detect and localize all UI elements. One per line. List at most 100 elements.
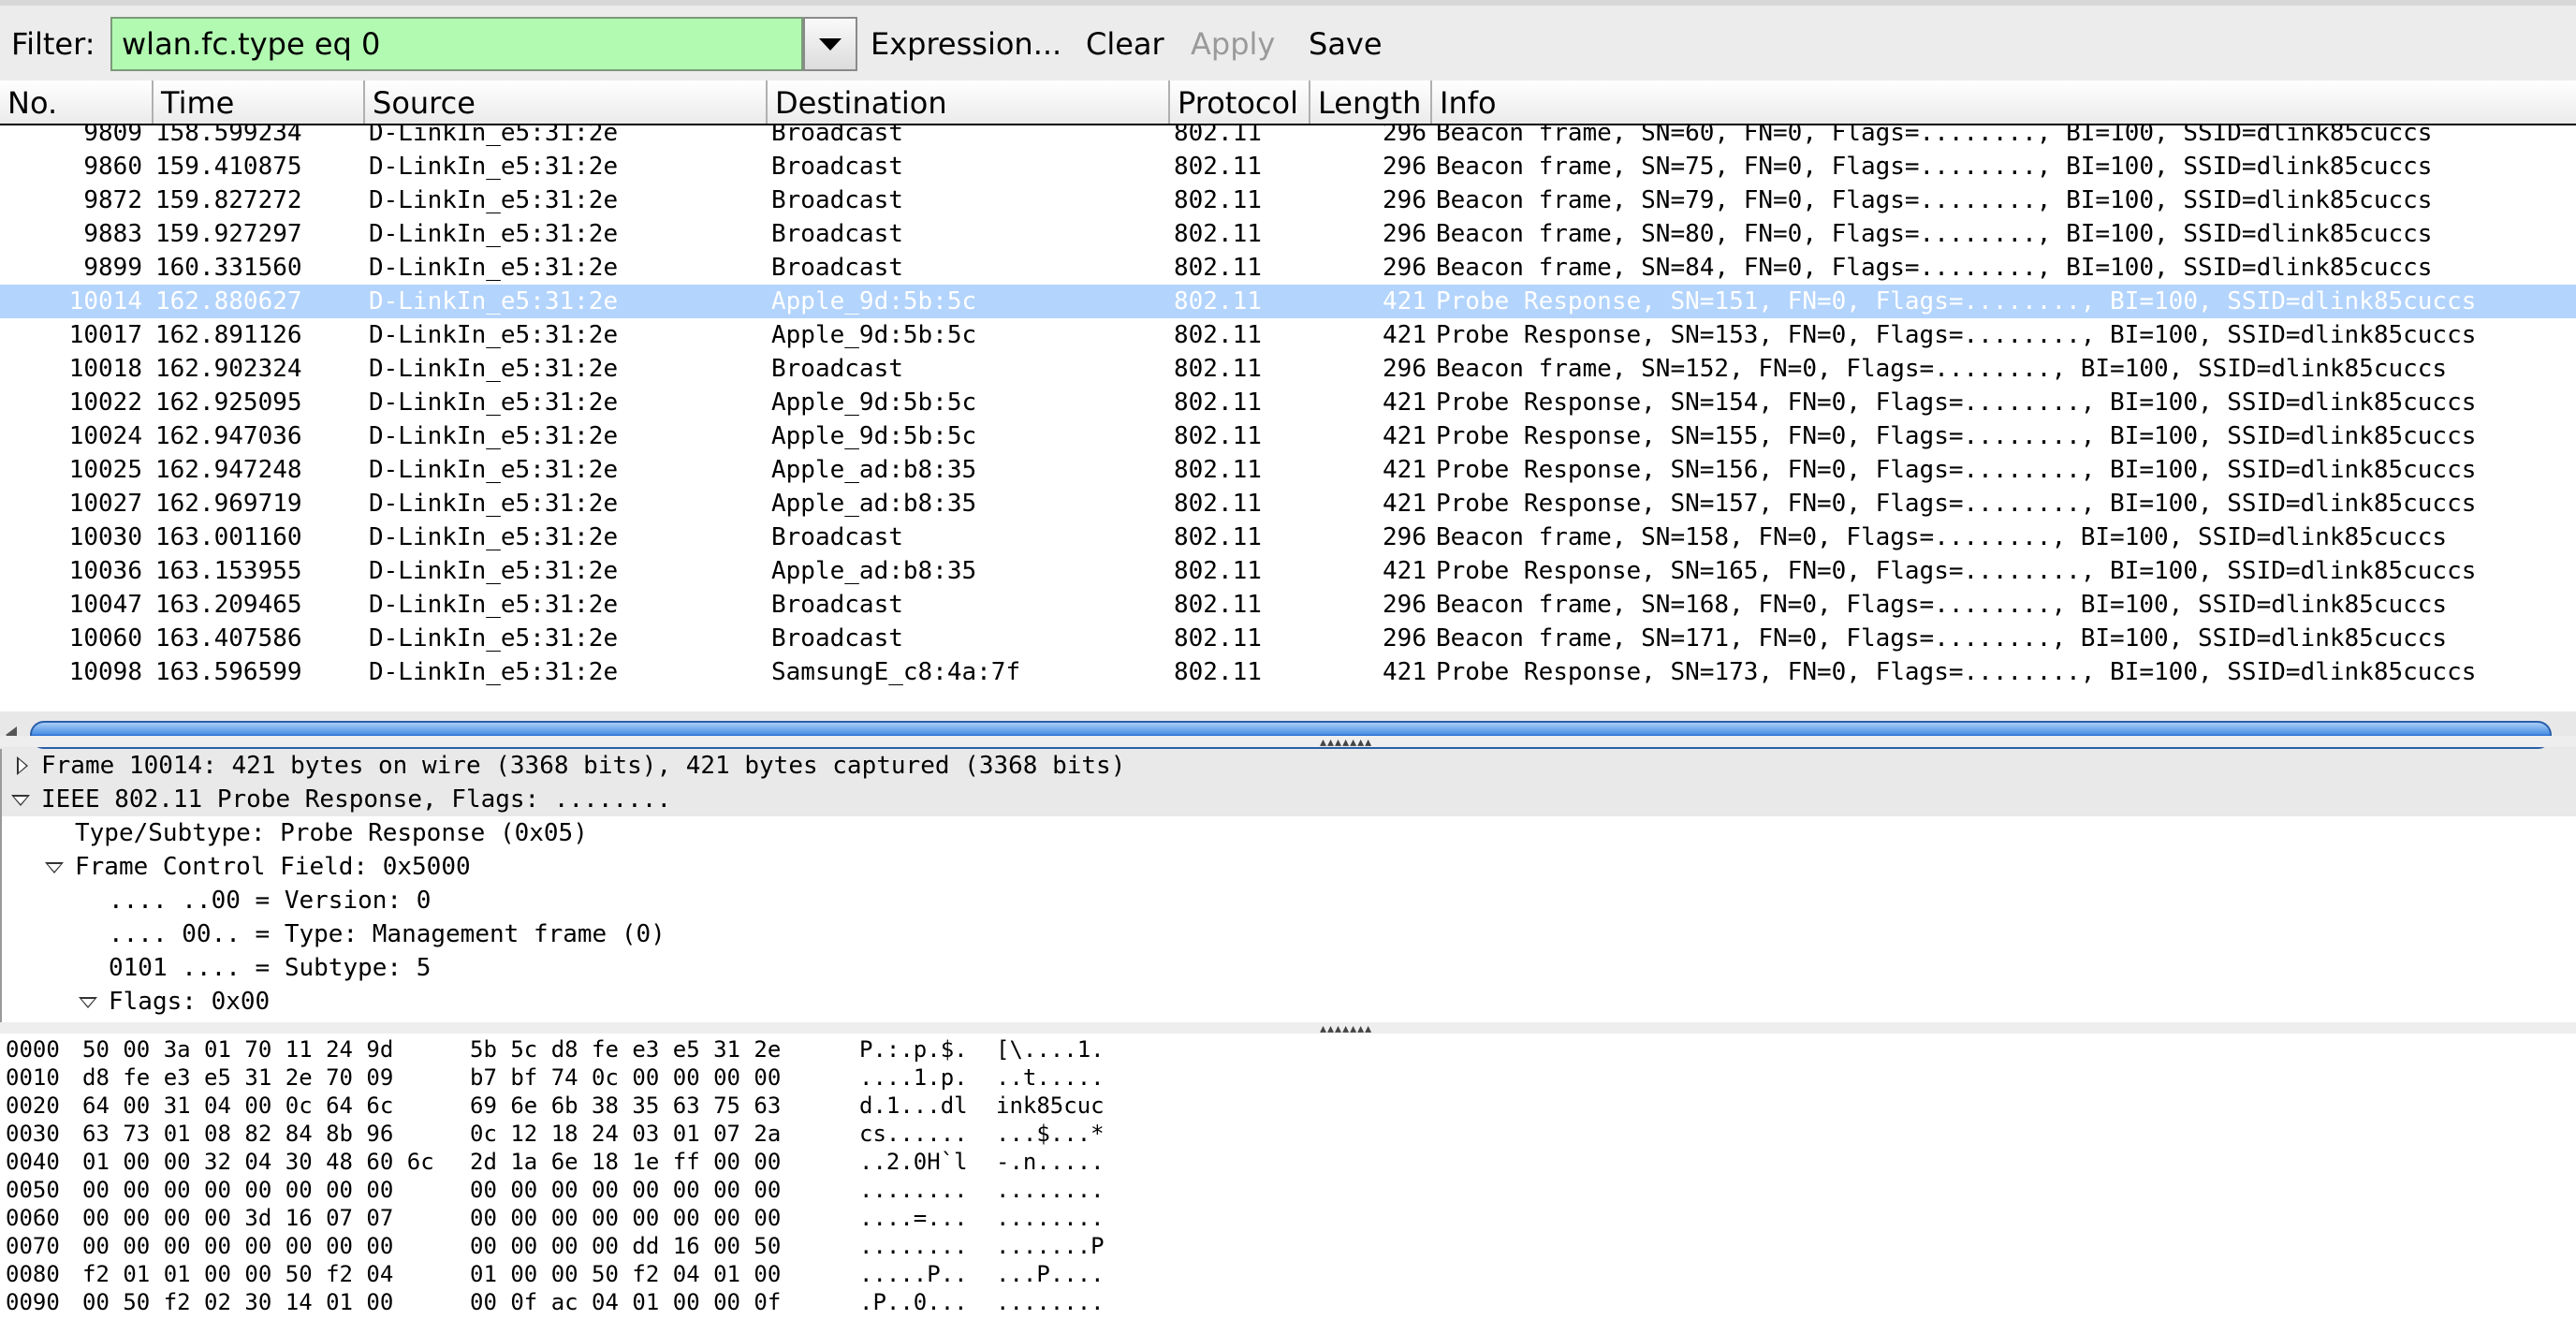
- table-row[interactable]: 10017 162.891126 D-LinkIn_e5:31:2e Apple_9d…: [0, 318, 2576, 352]
- table-row[interactable]: 9899 160.331560 D-LinkIn_e5:31:2e Broadcast…: [0, 251, 2576, 285]
- hex-a1: ........: [859, 1177, 968, 1203]
- hex-a2: -.n.....: [996, 1149, 1105, 1175]
- filter-input[interactable]: wlan.fc.type eq 0: [110, 17, 803, 71]
- filter-toolbar: Filter: wlan.fc.type eq 0 Expression... …: [0, 0, 2576, 81]
- hex-b2: 00 0f ac 04 01 00 00 0f: [470, 1289, 782, 1315]
- cell-time: 159.410875: [155, 153, 302, 181]
- hex-off: 0070: [6, 1233, 60, 1259]
- filter-history-dropdown-button[interactable]: [803, 17, 857, 71]
- table-row[interactable]: 10027 162.969719 D-LinkIn_e5:31:2e Apple_ad…: [0, 487, 2576, 521]
- cell-len: 296: [1383, 254, 1427, 282]
- expression-button[interactable]: Expression...: [871, 26, 1061, 62]
- cell-info: Beacon frame, SN=79, FN=0, Flags=.......…: [1436, 186, 2433, 214]
- hex-b1: 00 00 00 00 3d 16 07 07: [82, 1205, 394, 1231]
- hex-b1: 50 00 3a 01 70 11 24 9d: [82, 1036, 394, 1063]
- hex-b1: 63 73 01 08 82 84 8b 96: [82, 1121, 394, 1147]
- hex-a1: cs......: [859, 1121, 968, 1147]
- table-row[interactable]: 10025 162.947248 D-LinkIn_e5:31:2e Apple_ad…: [0, 453, 2576, 487]
- column-header-source[interactable]: Source: [365, 81, 768, 124]
- detail-tree-label: IEEE 802.11 Probe Response, Flags: .....…: [41, 785, 672, 814]
- column-header-destination[interactable]: Destination: [768, 81, 1170, 124]
- column-header-time[interactable]: Time: [154, 81, 365, 124]
- cell-len: 421: [1383, 287, 1427, 315]
- cell-dst: Broadcast: [771, 125, 903, 147]
- column-header-info[interactable]: Info: [1432, 81, 2576, 124]
- cell-info: Beacon frame, SN=158, FN=0, Flags=......…: [1436, 523, 2448, 551]
- cell-dst: Broadcast: [771, 254, 903, 282]
- cell-src: D-LinkIn_e5:31:2e: [369, 153, 619, 181]
- expand-down-triangle-icon[interactable]: [45, 862, 64, 873]
- hex-a1: ....1.p.: [859, 1064, 968, 1091]
- cell-proto: 802.11: [1174, 153, 1262, 181]
- cell-no: 10014: [68, 287, 142, 315]
- cell-src: D-LinkIn_e5:31:2e: [369, 389, 619, 417]
- column-header-length[interactable]: Length: [1310, 81, 1432, 124]
- expand-down-triangle-icon[interactable]: [11, 795, 30, 806]
- table-row[interactable]: 9872 159.827272 D-LinkIn_e5:31:2e Broadcast…: [0, 183, 2576, 217]
- cell-dst: Apple_9d:5b:5c: [771, 321, 977, 349]
- cell-proto: 802.11: [1174, 355, 1262, 383]
- cell-proto: 802.11: [1174, 591, 1262, 619]
- hex-off: 0020: [6, 1093, 60, 1119]
- detail-tree-item[interactable]: Frame 10014: 421 bytes on wire (3368 bit…: [0, 749, 2576, 783]
- splitter-grip-icon: ▴▴▴▴▴▴▴: [1320, 1021, 1373, 1036]
- list-details-splitter[interactable]: ▴▴▴▴▴▴▴: [0, 736, 2576, 749]
- cell-no: 10017: [68, 321, 142, 349]
- table-row[interactable]: 10036 163.153955 D-LinkIn_e5:31:2e Apple_ad…: [0, 554, 2576, 588]
- cell-proto: 802.11: [1174, 389, 1262, 417]
- cell-len: 296: [1383, 125, 1427, 147]
- table-row[interactable]: 10014 162.880627 D-LinkIn_e5:31:2e Apple_9d…: [0, 285, 2576, 318]
- cell-src: D-LinkIn_e5:31:2e: [369, 591, 619, 619]
- cell-proto: 802.11: [1174, 658, 1262, 686]
- cell-time: 162.969719: [155, 490, 302, 518]
- table-row[interactable]: 10030 163.001160 D-LinkIn_e5:31:2e Broadcas…: [0, 521, 2576, 554]
- detail-tree-label: Type/Subtype: Probe Response (0x05): [75, 819, 588, 847]
- table-row[interactable]: 10098 163.596599 D-LinkIn_e5:31:2e SamsungE…: [0, 655, 2576, 689]
- hex-off: 0010: [6, 1064, 60, 1091]
- table-row[interactable]: 10060 163.407586 D-LinkIn_e5:31:2e Broadcas…: [0, 622, 2576, 655]
- cell-len: 296: [1383, 153, 1427, 181]
- expand-right-triangle-icon[interactable]: [17, 756, 28, 775]
- apply-button[interactable]: Apply: [1191, 26, 1275, 62]
- cell-dst: Apple_9d:5b:5c: [771, 287, 977, 315]
- table-row[interactable]: 10018 162.902324 D-LinkIn_e5:31:2e Broadcas…: [0, 352, 2576, 386]
- expand-down-triangle-icon[interactable]: [79, 997, 97, 1008]
- clear-button[interactable]: Clear: [1086, 26, 1164, 62]
- hex-off: 0040: [6, 1149, 60, 1175]
- cell-dst: Apple_9d:5b:5c: [771, 422, 977, 450]
- hex-a2: [\....1.: [996, 1036, 1105, 1063]
- table-row[interactable]: 9883 159.927297 D-LinkIn_e5:31:2e Broadcast…: [0, 217, 2576, 251]
- packet-list-header: No. Time Source Destination Protocol Len…: [0, 81, 2576, 125]
- cell-proto: 802.11: [1174, 186, 1262, 214]
- detail-tree-label: .... 00.. = Type: Management frame (0): [109, 920, 666, 948]
- cell-len: 421: [1383, 422, 1427, 450]
- column-header-no[interactable]: No.: [0, 81, 154, 124]
- cell-len: 296: [1383, 355, 1427, 383]
- hex-a2: ........: [996, 1289, 1105, 1315]
- cell-proto: 802.11: [1174, 287, 1262, 315]
- detail-tree-item[interactable]: IEEE 802.11 Probe Response, Flags: .....…: [0, 783, 2576, 816]
- table-row[interactable]: 10047 163.209465 D-LinkIn_e5:31:2e Broadcas…: [0, 588, 2576, 622]
- table-row[interactable]: 10022 162.925095 D-LinkIn_e5:31:2e Apple_9d…: [0, 386, 2576, 419]
- cell-len: 296: [1383, 220, 1427, 248]
- cell-proto: 802.11: [1174, 490, 1262, 518]
- table-row[interactable]: 9860 159.410875 D-LinkIn_e5:31:2e Broadcast…: [0, 150, 2576, 183]
- cell-time: 162.947036: [155, 422, 302, 450]
- cell-time: 160.331560: [155, 254, 302, 282]
- cell-len: 421: [1383, 658, 1427, 686]
- hex-a1: ........: [859, 1233, 968, 1259]
- details-bytes-splitter[interactable]: ▴▴▴▴▴▴▴: [0, 1021, 2576, 1036]
- save-button[interactable]: Save: [1309, 26, 1383, 62]
- table-row[interactable]: 9809 158.599234 D-LinkIn_e5:31:2e Broadcast…: [0, 125, 2576, 150]
- cell-dst: Broadcast: [771, 355, 903, 383]
- table-row[interactable]: 10024 162.947036 D-LinkIn_e5:31:2e Apple_9d…: [0, 419, 2576, 453]
- cell-time: 163.001160: [155, 523, 302, 551]
- cell-src: D-LinkIn_e5:31:2e: [369, 658, 619, 686]
- hex-a2: ........: [996, 1205, 1105, 1231]
- hex-b1: 00 50 f2 02 30 14 01 00: [82, 1289, 394, 1315]
- hex-a1: P.:.p.$.: [859, 1036, 968, 1063]
- cell-proto: 802.11: [1174, 220, 1262, 248]
- column-header-protocol[interactable]: Protocol: [1170, 81, 1310, 124]
- cell-info: Probe Response, SN=165, FN=0, Flags=....…: [1436, 557, 2477, 585]
- packet-bytes: 0000 50 00 3a 01 70 11 24 9d 5b 5c d8 fe e…: [0, 1034, 2576, 1320]
